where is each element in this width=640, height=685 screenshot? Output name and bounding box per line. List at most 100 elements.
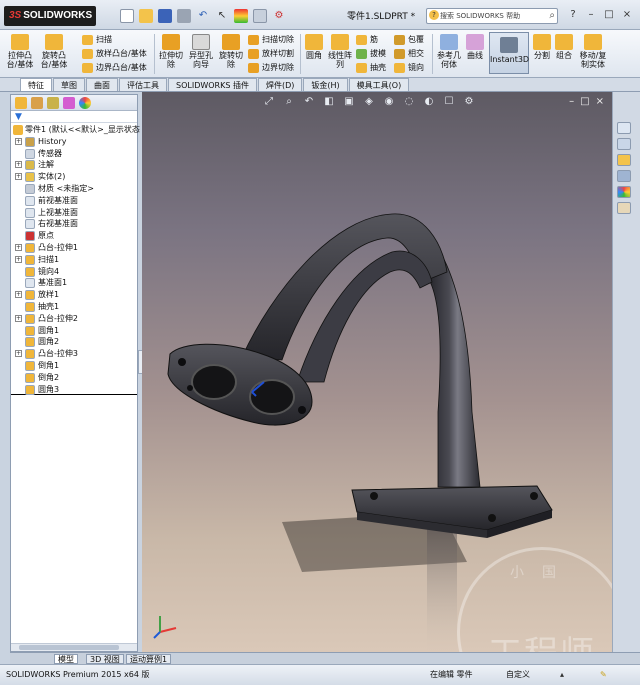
- tree-item[interactable]: + 凸台-拉伸3: [11, 348, 137, 360]
- tree-item[interactable]: 倒角2: [11, 372, 137, 384]
- fillet-button[interactable]: 圆角: [304, 34, 324, 60]
- solidworks-logo[interactable]: 3S SOLIDWORKS: [4, 6, 96, 26]
- horizontal-scrollbar[interactable]: [11, 643, 137, 651]
- tree-item[interactable]: 上视基准面: [11, 207, 137, 219]
- sweep-button[interactable]: 扫描: [82, 34, 112, 46]
- tree-item[interactable]: 圆角3: [11, 384, 137, 396]
- expand-toggle-icon[interactable]: +: [15, 137, 22, 145]
- tree-item[interactable]: 倒角1: [11, 360, 137, 372]
- tab-1[interactable]: 草图: [53, 78, 85, 91]
- linear-pattern-button[interactable]: 线性阵列: [328, 34, 352, 69]
- revolve-boss-button[interactable]: 旋转凸台/基体: [38, 34, 70, 69]
- tab-7[interactable]: 模具工具(O): [348, 78, 410, 91]
- rebuild-status-icon[interactable]: ✎: [600, 665, 607, 685]
- solidworks-resources-icon[interactable]: [617, 122, 631, 134]
- tree-item[interactable]: 镜向4: [11, 266, 137, 278]
- draft-button[interactable]: 拔模: [356, 48, 386, 60]
- expand-toggle-icon[interactable]: +: [15, 350, 22, 358]
- viewport-restore-icon[interactable]: □: [580, 96, 589, 107]
- tab-5[interactable]: 焊件(D): [257, 78, 303, 91]
- search-icon[interactable]: ⌕: [549, 9, 555, 23]
- tab-6[interactable]: 钣金(H): [303, 78, 348, 91]
- previous-view-icon[interactable]: ↶: [302, 96, 316, 108]
- revolved-cut-button[interactable]: 旋转切除: [218, 34, 244, 69]
- intersect-button[interactable]: 相交: [394, 48, 424, 60]
- feature-manager-tab-icon[interactable]: [15, 97, 27, 109]
- scrollbar-thumb[interactable]: [19, 645, 119, 650]
- tab-0[interactable]: 特征: [20, 78, 52, 91]
- viewport-close-icon[interactable]: ×: [596, 96, 604, 107]
- tree-item[interactable]: + 实体(2): [11, 171, 137, 183]
- apply-scene-icon[interactable]: ☐: [442, 96, 456, 108]
- view-settings-icon[interactable]: ⚙: [462, 96, 476, 108]
- undo-icon[interactable]: ↶: [196, 9, 210, 23]
- shell-button[interactable]: 抽壳: [356, 62, 386, 74]
- status-units[interactable]: 自定义: [506, 665, 530, 685]
- help-search-input[interactable]: ? 搜索 SOLIDWORKS 帮助 ⌕: [426, 8, 558, 24]
- edit-appearance-icon[interactable]: ◐: [422, 96, 436, 108]
- options-icon[interactable]: ⚙: [272, 9, 286, 23]
- dynamic-annotation-icon[interactable]: ▣: [342, 96, 356, 108]
- filter-icon[interactable]: ▼: [11, 111, 137, 123]
- bottom-tab-2[interactable]: 运动算例1: [126, 654, 172, 664]
- boss-extrude-button[interactable]: 拉伸凸台/基体: [4, 34, 36, 69]
- hide-show-icon[interactable]: ◌: [402, 96, 416, 108]
- boundary-cut-button[interactable]: 边界切除: [248, 62, 294, 74]
- expand-toggle-icon[interactable]: +: [15, 243, 22, 251]
- design-library-icon[interactable]: [617, 138, 631, 150]
- display-manager-tab-icon[interactable]: [79, 97, 91, 109]
- move-copy-button[interactable]: 移动/复制实体: [577, 34, 609, 69]
- tree-item[interactable]: + 放样1: [11, 289, 137, 301]
- tree-item[interactable]: 圆角1: [11, 325, 137, 337]
- view-orientation-icon[interactable]: ◈: [362, 96, 376, 108]
- bottom-tab-0[interactable]: 模型: [54, 654, 78, 664]
- tree-item[interactable]: 零件1 (默认<<默认>_显示状态: [11, 124, 140, 136]
- tree-item[interactable]: 材质 <未指定>: [11, 183, 137, 195]
- curves-button[interactable]: 曲线: [464, 34, 486, 60]
- custom-properties-icon[interactable]: [617, 202, 631, 214]
- configuration-manager-tab-icon[interactable]: [47, 97, 59, 109]
- boundary-boss-button[interactable]: 边界凸台/基体: [82, 62, 147, 74]
- property-manager-tab-icon[interactable]: [31, 97, 43, 109]
- minimize-icon[interactable]: –: [584, 8, 598, 22]
- units-dropdown-icon[interactable]: ▴: [560, 665, 564, 685]
- tree-item[interactable]: + History: [11, 136, 137, 148]
- tree-item[interactable]: 右视基准面: [11, 218, 137, 230]
- open-folder-icon[interactable]: [139, 9, 153, 23]
- swept-cut-button[interactable]: 扫描切除: [248, 34, 294, 46]
- lofted-cut-button[interactable]: 放样切割: [248, 48, 294, 60]
- reference-geometry-button[interactable]: 参考几何体: [436, 34, 462, 69]
- zoom-to-fit-icon[interactable]: ⤢: [262, 96, 276, 108]
- combine-button[interactable]: 组合: [554, 34, 574, 60]
- bottom-tab-1[interactable]: 3D 视图: [86, 654, 124, 664]
- zoom-area-icon[interactable]: ⌕: [282, 96, 296, 108]
- mirror-button[interactable]: 镜向: [394, 62, 424, 74]
- tree-item[interactable]: 抽壳1: [11, 301, 137, 313]
- appearances-icon[interactable]: [617, 186, 631, 198]
- rib-button[interactable]: 筋: [356, 34, 378, 46]
- hole-wizard-button[interactable]: 异型孔向导: [188, 34, 214, 69]
- display-style-icon[interactable]: ◉: [382, 96, 396, 108]
- extruded-cut-button[interactable]: 拉伸切除: [158, 34, 184, 69]
- tab-3[interactable]: 评估工具: [119, 78, 167, 91]
- rebuild-icon[interactable]: [234, 9, 248, 23]
- tree-item[interactable]: + 凸台-拉伸1: [11, 242, 137, 254]
- tree-item[interactable]: 前视基准面: [11, 195, 137, 207]
- tree-item[interactable]: 原点: [11, 230, 137, 242]
- viewport-minimize-icon[interactable]: –: [569, 96, 574, 107]
- new-document-icon[interactable]: [120, 9, 134, 23]
- wrap-button[interactable]: 包覆: [394, 34, 424, 46]
- loft-button[interactable]: 放样凸台/基体: [82, 48, 147, 60]
- graphics-viewport[interactable]: ⤢ ⌕ ↶ ◧ ▣ ◈ ◉ ◌ ◐ ☐ ⚙ – □ × 小国 工程师: [142, 92, 612, 652]
- close-icon[interactable]: ×: [620, 8, 634, 22]
- tree-item[interactable]: + 扫描1: [11, 254, 137, 266]
- expand-toggle-icon[interactable]: +: [15, 314, 22, 322]
- tab-4[interactable]: SOLIDWORKS 插件: [168, 78, 257, 91]
- expand-toggle-icon[interactable]: +: [15, 291, 22, 299]
- split-button[interactable]: 分割: [532, 34, 552, 60]
- tree-item[interactable]: 传感器: [11, 148, 137, 160]
- save-icon[interactable]: [158, 9, 172, 23]
- view-palette-icon[interactable]: [617, 170, 631, 182]
- print-icon[interactable]: [177, 9, 191, 23]
- expand-toggle-icon[interactable]: +: [15, 173, 22, 181]
